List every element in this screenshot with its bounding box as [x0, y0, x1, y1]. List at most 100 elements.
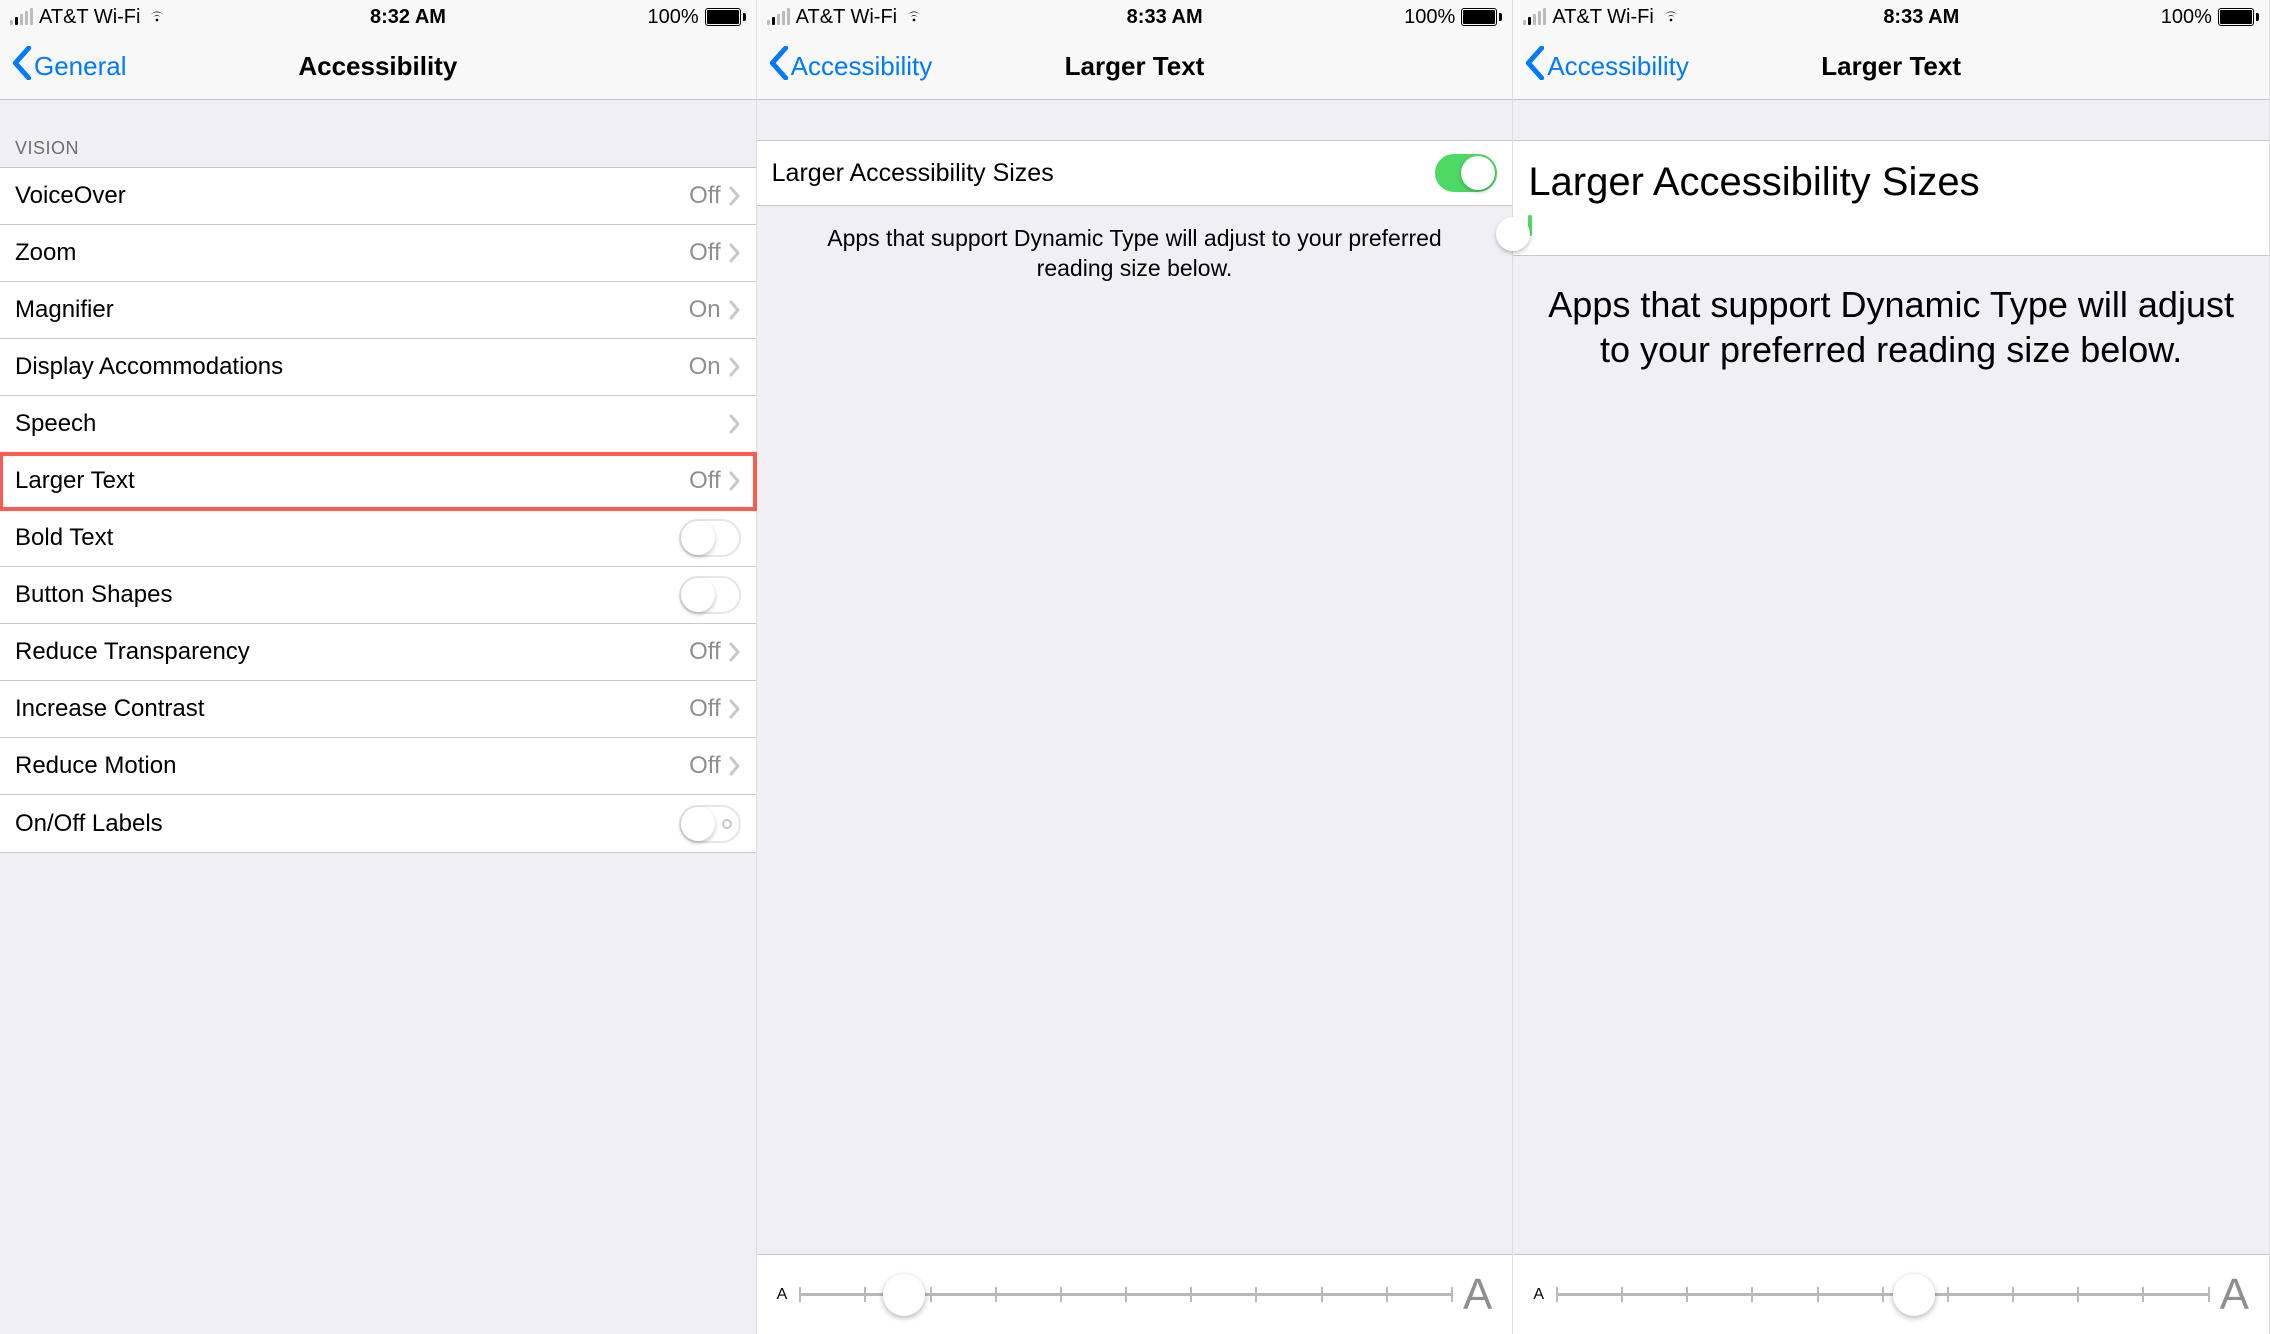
- row-label: Zoom: [15, 239, 689, 267]
- text-size-slider[interactable]: [799, 1275, 1451, 1315]
- accessibility-settings-screen: AT&T Wi-Fi 8:32 AM 100% General Accessib…: [0, 0, 757, 1334]
- settings-row-speech[interactable]: Speech: [0, 396, 756, 453]
- row-value: Off: [689, 239, 721, 267]
- text-size-slider-row: A A: [1513, 1254, 2269, 1334]
- text-size-slider[interactable]: [1556, 1275, 2208, 1315]
- chevron-right-icon: [729, 186, 741, 206]
- large-a-icon: A: [2220, 1270, 2249, 1320]
- settings-row-reduce-motion[interactable]: Reduce MotionOff: [0, 738, 756, 795]
- chevron-left-icon: [1525, 46, 1545, 87]
- back-button[interactable]: Accessibility: [769, 46, 933, 87]
- dynamic-type-footer: Apps that support Dynamic Type will adju…: [757, 206, 1513, 302]
- wifi-icon: [146, 3, 168, 31]
- section-header-vision: VISION: [0, 100, 756, 167]
- small-a-icon: A: [1533, 1286, 1544, 1304]
- row-value: On: [689, 296, 721, 324]
- row-label: Reduce Transparency: [15, 638, 689, 666]
- chevron-right-icon: [729, 243, 741, 263]
- larger-text-screen-large: AT&T Wi-Fi 8:33 AM 100% Accessibility La…: [1513, 0, 2270, 1334]
- row-label: Magnifier: [15, 296, 689, 324]
- battery-icon: [705, 8, 746, 26]
- larger-text-screen: AT&T Wi-Fi 8:33 AM 100% Accessibility La…: [757, 0, 1514, 1334]
- wifi-icon: [903, 3, 925, 31]
- status-bar: AT&T Wi-Fi 8:33 AM 100%: [757, 0, 1513, 34]
- cellular-signal-icon: [10, 9, 33, 25]
- settings-row-button-shapes[interactable]: Button Shapes: [0, 567, 756, 624]
- chevron-right-icon: [729, 471, 741, 491]
- vision-settings-list: VoiceOverOffZoomOffMagnifierOnDisplay Ac…: [0, 167, 756, 853]
- chevron-right-icon: [729, 357, 741, 377]
- battery-icon: [2218, 8, 2259, 26]
- setting-label: Larger Accessibility Sizes: [1528, 159, 2254, 205]
- row-label: Speech: [15, 410, 729, 438]
- row-label: Larger Text: [15, 467, 689, 495]
- chevron-right-icon: [729, 300, 741, 320]
- settings-row-larger-text[interactable]: Larger TextOff: [0, 453, 756, 510]
- statusbar-time: 8:33 AM: [1883, 6, 1959, 29]
- nav-bar: Accessibility Larger Text: [757, 34, 1513, 100]
- row-value: Off: [689, 752, 721, 780]
- larger-accessibility-sizes-switch[interactable]: [1528, 215, 1532, 236]
- battery-icon: [1461, 8, 1502, 26]
- settings-row-reduce-transparency[interactable]: Reduce TransparencyOff: [0, 624, 756, 681]
- battery-percentage: 100%: [647, 6, 698, 29]
- row-value: Off: [689, 638, 721, 666]
- statusbar-time: 8:33 AM: [1127, 6, 1203, 29]
- toggle-switch[interactable]: [679, 519, 741, 557]
- nav-title: Larger Text: [1821, 51, 1961, 82]
- carrier-label: AT&T Wi-Fi: [39, 6, 140, 29]
- back-label: Accessibility: [791, 51, 933, 82]
- wifi-icon: [1660, 3, 1682, 31]
- back-label: Accessibility: [1547, 51, 1689, 82]
- settings-row-zoom[interactable]: ZoomOff: [0, 225, 756, 282]
- larger-accessibility-sizes-row: Larger Accessibility Sizes: [1513, 140, 2269, 256]
- cellular-signal-icon: [767, 9, 790, 25]
- settings-row-bold-text[interactable]: Bold Text: [0, 510, 756, 567]
- nav-title: Accessibility: [298, 51, 457, 82]
- row-label: Increase Contrast: [15, 695, 689, 723]
- settings-row-on-off-labels[interactable]: On/Off Labels: [0, 795, 756, 852]
- row-label: Button Shapes: [15, 581, 679, 609]
- carrier-label: AT&T Wi-Fi: [1552, 6, 1653, 29]
- row-label: VoiceOver: [15, 182, 689, 210]
- row-value: Off: [689, 182, 721, 210]
- larger-accessibility-sizes-row: Larger Accessibility Sizes: [757, 141, 1513, 205]
- cellular-signal-icon: [1523, 9, 1546, 25]
- nav-bar: General Accessibility: [0, 34, 756, 100]
- settings-row-display-accommodations[interactable]: Display AccommodationsOn: [0, 339, 756, 396]
- large-a-icon: A: [1463, 1270, 1492, 1320]
- row-label: Display Accommodations: [15, 353, 689, 381]
- nav-bar: Accessibility Larger Text: [1513, 34, 2269, 100]
- settings-row-increase-contrast[interactable]: Increase ContrastOff: [0, 681, 756, 738]
- chevron-left-icon: [12, 46, 32, 87]
- setting-label: Larger Accessibility Sizes: [772, 159, 1054, 188]
- row-value: On: [689, 353, 721, 381]
- battery-percentage: 100%: [2161, 6, 2212, 29]
- row-value: Off: [689, 695, 721, 723]
- settings-row-magnifier[interactable]: MagnifierOn: [0, 282, 756, 339]
- toggle-switch[interactable]: [679, 576, 741, 614]
- statusbar-time: 8:32 AM: [370, 6, 446, 29]
- text-size-slider-row: A A: [757, 1254, 1513, 1334]
- chevron-right-icon: [729, 756, 741, 776]
- larger-accessibility-sizes-switch[interactable]: [1435, 154, 1497, 192]
- nav-title: Larger Text: [1065, 51, 1205, 82]
- dynamic-type-footer: Apps that support Dynamic Type will adju…: [1513, 256, 2269, 398]
- back-label: General: [34, 51, 127, 82]
- row-label: Bold Text: [15, 524, 679, 552]
- back-button[interactable]: General: [12, 46, 127, 87]
- chevron-right-icon: [729, 699, 741, 719]
- row-label: Reduce Motion: [15, 752, 689, 780]
- carrier-label: AT&T Wi-Fi: [796, 6, 897, 29]
- chevron-right-icon: [729, 642, 741, 662]
- back-button[interactable]: Accessibility: [1525, 46, 1689, 87]
- row-label: On/Off Labels: [15, 810, 679, 838]
- small-a-icon: A: [777, 1286, 788, 1304]
- chevron-right-icon: [729, 414, 741, 434]
- status-bar: AT&T Wi-Fi 8:33 AM 100%: [1513, 0, 2269, 34]
- battery-percentage: 100%: [1404, 6, 1455, 29]
- row-value: Off: [689, 467, 721, 495]
- toggle-switch[interactable]: [679, 805, 741, 843]
- status-bar: AT&T Wi-Fi 8:32 AM 100%: [0, 0, 756, 34]
- settings-row-voiceover[interactable]: VoiceOverOff: [0, 168, 756, 225]
